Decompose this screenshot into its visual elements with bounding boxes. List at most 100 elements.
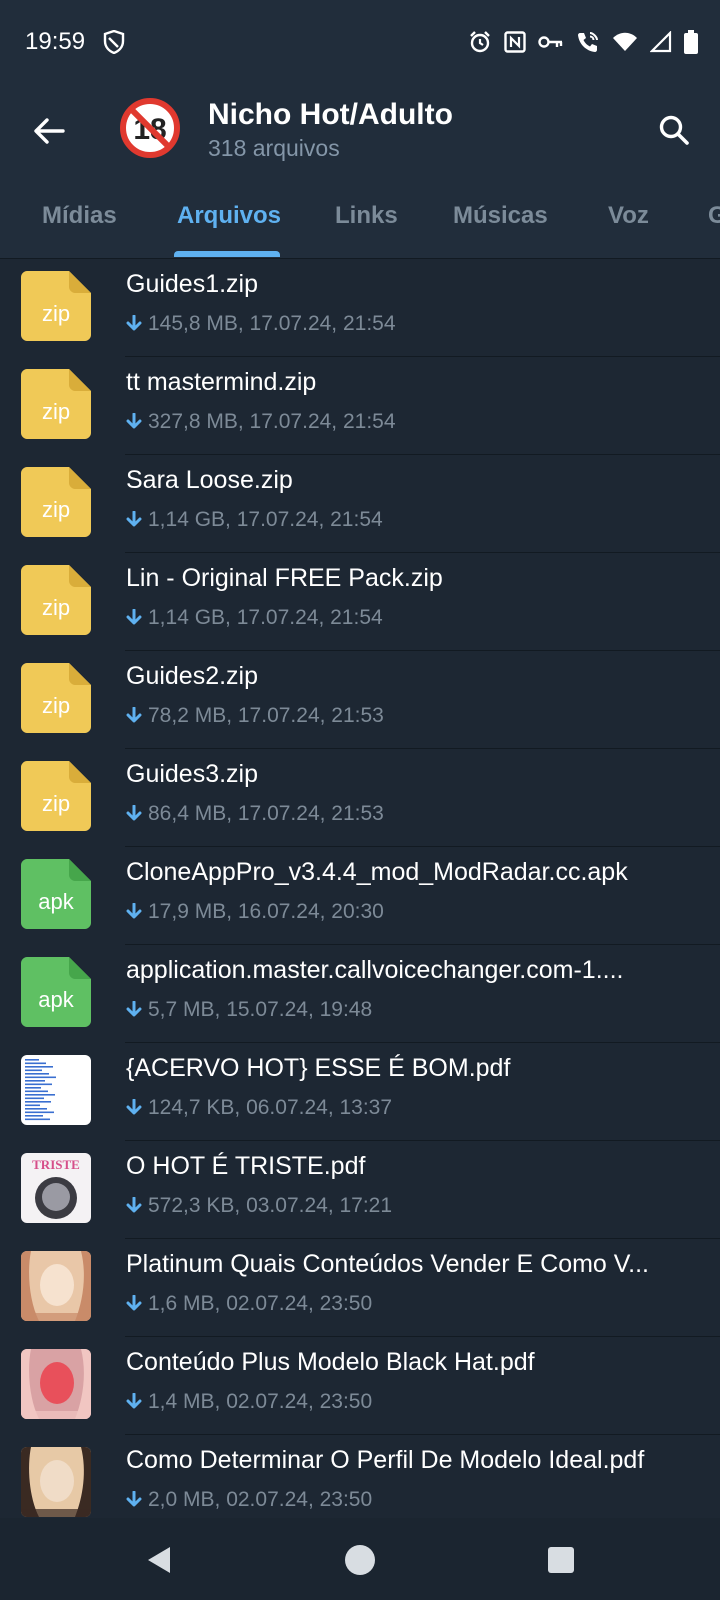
- file-count: 318 arquivos: [208, 135, 340, 161]
- file-row[interactable]: apk CloneAppPro_v3.4.4_mod_ModRadar.cc.ap…: [0, 847, 720, 945]
- apk-file-icon: apk: [21, 859, 91, 929]
- file-meta: 145,8 MB, 17.07.24, 21:54: [126, 312, 396, 336]
- download-icon[interactable]: [126, 1096, 148, 1119]
- file-row[interactable]: apk application.master.callvoicechanger.c…: [0, 945, 720, 1043]
- file-size-date: 327,8 MB, 17.07.24, 21:54: [148, 410, 396, 433]
- zip-file-icon: zip: [21, 761, 91, 831]
- file-size-date: 2,0 MB, 02.07.24, 23:50: [148, 1488, 373, 1511]
- zip-file-icon: zip: [21, 663, 91, 733]
- file-name: O HOT É TRISTE.pdf: [126, 1152, 366, 1180]
- zip-file-icon: zip: [21, 369, 91, 439]
- file-extension-label: apk: [38, 987, 74, 1012]
- zip-file-icon: zip: [21, 565, 91, 635]
- file-row[interactable]: zip Lin - Original FREE Pack.zip 1,14 GB, …: [0, 553, 720, 651]
- nav-home-icon[interactable]: [340, 1540, 380, 1580]
- tab-voz[interactable]: Voz: [608, 202, 649, 230]
- file-meta: 572,3 KB, 03.07.24, 17:21: [126, 1194, 392, 1218]
- alarm-icon: [468, 30, 492, 59]
- file-size-date: 78,2 MB, 17.07.24, 21:53: [148, 704, 384, 727]
- download-icon[interactable]: [126, 998, 148, 1021]
- file-size-date: 1,14 GB, 17.07.24, 21:54: [148, 508, 383, 531]
- download-icon[interactable]: [126, 410, 148, 433]
- download-icon[interactable]: [126, 1292, 148, 1315]
- file-row[interactable]: zip tt mastermind.zip 327,8 MB, 17.07.24, …: [0, 357, 720, 455]
- file-meta: 1,4 MB, 02.07.24, 23:50: [126, 1390, 372, 1414]
- download-icon[interactable]: [126, 704, 148, 727]
- wifi-icon: [612, 32, 638, 57]
- file-row[interactable]: {ACERVO HOT} ESSE É BOM.pdf 124,7 KB, 06.…: [0, 1043, 720, 1141]
- file-meta: 78,2 MB, 17.07.24, 21:53: [126, 704, 384, 728]
- file-size-date: 124,7 KB, 06.07.24, 13:37: [148, 1096, 393, 1119]
- tab-musicas[interactable]: Músicas: [453, 202, 548, 230]
- tab-arquivos[interactable]: Arquivos: [177, 202, 281, 230]
- download-icon[interactable]: [126, 1390, 148, 1413]
- file-row[interactable]: Conteúdo Plus Modelo Black Hat.pdf 1,4 MB…: [0, 1337, 720, 1435]
- nav-recents-icon[interactable]: [541, 1540, 581, 1580]
- file-name: CloneAppPro_v3.4.4_mod_ModRadar.cc.apk: [126, 858, 628, 886]
- file-size-date: 86,4 MB, 17.07.24, 21:53: [148, 802, 384, 825]
- photo-thumbnail: [21, 1251, 91, 1321]
- apk-file-icon: apk: [21, 957, 91, 1027]
- file-row[interactable]: zip Sara Loose.zip 1,14 GB, 17.07.24, 21:5…: [0, 455, 720, 553]
- file-extension-label: zip: [41, 595, 71, 620]
- status-time: 19:59: [25, 28, 86, 55]
- file-list: zip Guides1.zip 145,8 MB, 17.07.24, 21:54 z…: [0, 259, 720, 1533]
- file-row[interactable]: Platinum Quais Conteúdos Vender E Como V…: [0, 1239, 720, 1337]
- nav-back-icon[interactable]: [140, 1540, 180, 1580]
- file-name: application.master.callvoicechanger.com-…: [126, 956, 624, 984]
- file-extension-label: zip: [41, 399, 71, 424]
- file-name: Lin - Original FREE Pack.zip: [126, 564, 443, 592]
- tab-links[interactable]: Links: [335, 202, 398, 230]
- download-icon[interactable]: [126, 900, 148, 923]
- active-tab-indicator: [174, 251, 280, 257]
- tab-gifs[interactable]: G: [708, 202, 720, 230]
- system-nav-bar: [0, 1518, 720, 1600]
- file-row[interactable]: zip Guides1.zip 145,8 MB, 17.07.24, 21:54: [0, 259, 720, 357]
- download-icon[interactable]: [126, 508, 148, 531]
- shield-icon: [103, 29, 125, 59]
- download-icon[interactable]: [126, 802, 148, 825]
- zip-file-icon: zip: [21, 271, 91, 341]
- avatar[interactable]: 18: [120, 98, 180, 158]
- file-extension-label: zip: [41, 497, 71, 522]
- file-meta: 1,14 GB, 17.07.24, 21:54: [126, 606, 383, 630]
- file-row[interactable]: zip Guides3.zip 86,4 MB, 17.07.24, 21:53: [0, 749, 720, 847]
- file-extension-label: zip: [41, 693, 71, 718]
- file-row[interactable]: TRISTE O HOT É TRISTE.pdf 572,3 KB, 03.07.…: [0, 1141, 720, 1239]
- chat-header: 18 Nicho Hot/Adulto 318 arquivos: [0, 88, 720, 178]
- zip-file-icon: zip: [21, 467, 91, 537]
- tab-midias[interactable]: Mídias: [42, 202, 117, 230]
- download-icon[interactable]: [126, 1194, 148, 1217]
- file-size-date: 1,4 MB, 02.07.24, 23:50: [148, 1390, 373, 1413]
- file-meta: 1,14 GB, 17.07.24, 21:54: [126, 508, 383, 532]
- file-size-date: 1,6 MB, 02.07.24, 23:50: [148, 1292, 373, 1315]
- battery-icon: [684, 30, 698, 59]
- back-button[interactable]: [26, 108, 72, 154]
- photo-thumbnail: [21, 1349, 91, 1419]
- file-meta: 2,0 MB, 02.07.24, 23:50: [126, 1488, 372, 1512]
- file-meta: 17,9 MB, 16.07.24, 20:30: [126, 900, 384, 924]
- file-name: Como Determinar O Perfil De Modelo Ideal…: [126, 1446, 645, 1474]
- document-thumbnail: TRISTE: [21, 1153, 91, 1223]
- svg-text:TRISTE: TRISTE: [32, 1157, 80, 1172]
- file-extension-label: apk: [38, 889, 74, 914]
- status-bar: 19:59: [0, 0, 720, 88]
- file-meta: 86,4 MB, 17.07.24, 21:53: [126, 802, 384, 826]
- file-name: tt mastermind.zip: [126, 368, 317, 396]
- download-icon[interactable]: [126, 312, 148, 335]
- page-title[interactable]: Nicho Hot/Adulto: [208, 98, 453, 132]
- file-size-date: 17,9 MB, 16.07.24, 20:30: [148, 900, 384, 923]
- search-icon: [659, 115, 689, 145]
- download-icon[interactable]: [126, 1488, 148, 1511]
- photo-thumbnail: [21, 1447, 91, 1517]
- file-meta: 5,7 MB, 15.07.24, 19:48: [126, 998, 372, 1022]
- file-size-date: 1,14 GB, 17.07.24, 21:54: [148, 606, 383, 629]
- nfc-icon: [504, 31, 526, 58]
- file-extension-label: zip: [41, 301, 71, 326]
- download-icon[interactable]: [126, 606, 148, 629]
- search-button[interactable]: [650, 106, 698, 154]
- media-tabs: Mídias Arquivos Links Músicas Voz G: [0, 178, 720, 259]
- file-row[interactable]: zip Guides2.zip 78,2 MB, 17.07.24, 21:53: [0, 651, 720, 749]
- signal-icon: [649, 30, 672, 58]
- file-name: Conteúdo Plus Modelo Black Hat.pdf: [126, 1348, 535, 1376]
